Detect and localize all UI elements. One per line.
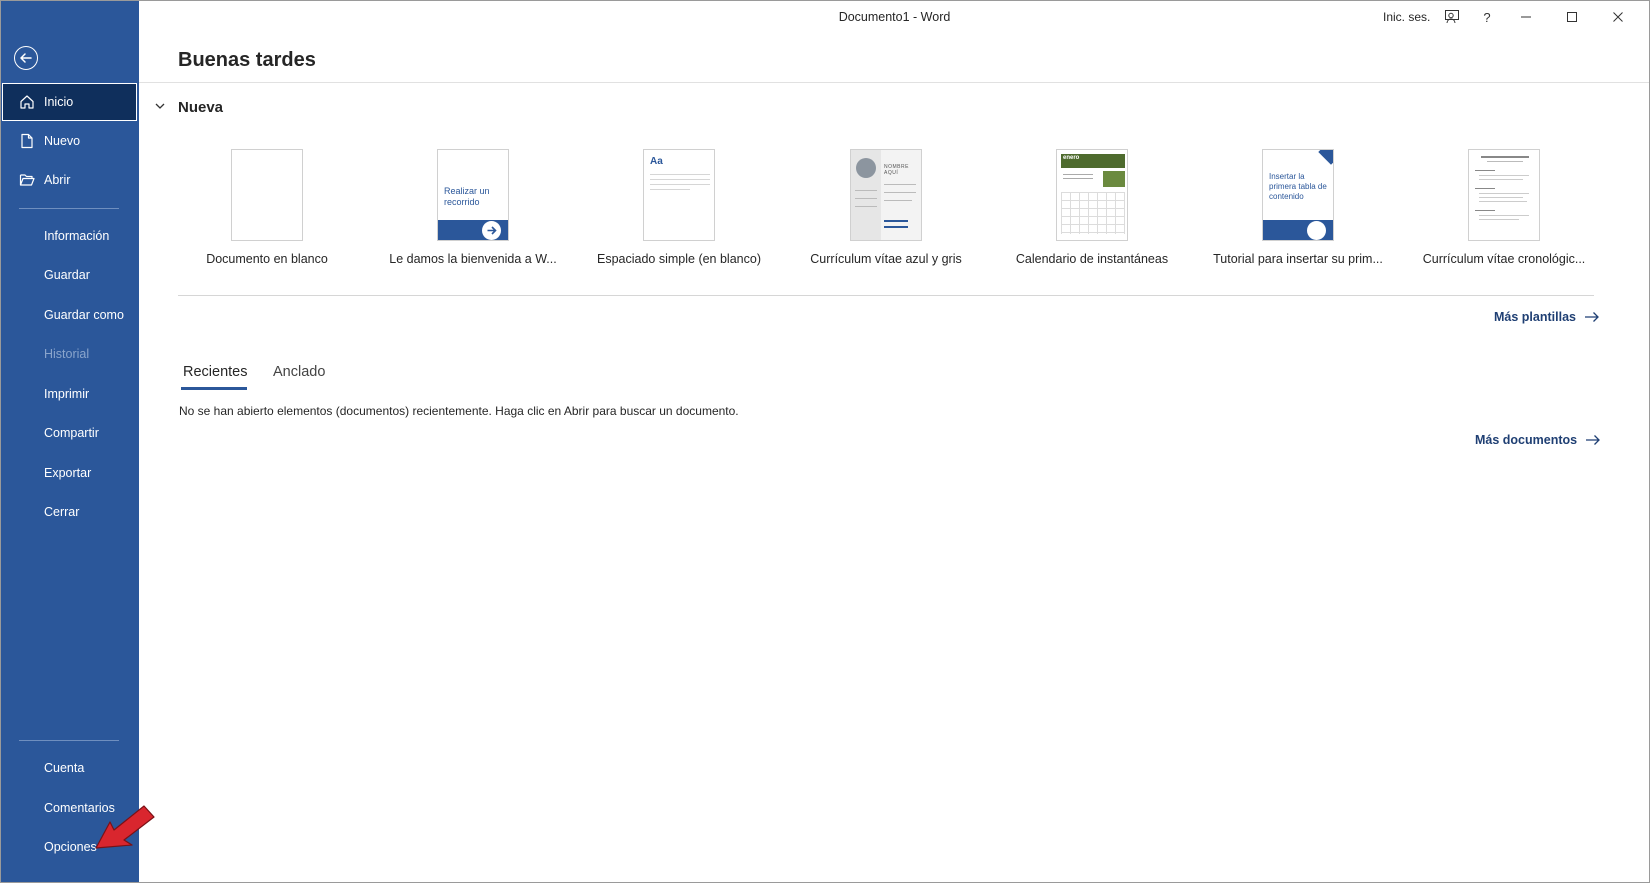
minimize-icon (1521, 16, 1531, 18)
recent-empty-message: No se han abierto elementos (documentos)… (179, 404, 739, 418)
close-button[interactable] (1609, 8, 1627, 26)
template-thumbnail: Realizar un recorrido (437, 149, 509, 241)
maximize-icon (1567, 12, 1577, 22)
template-single-spaced[interactable]: Aa Espaciado simple (en blanco) (579, 149, 779, 279)
chevron-down-icon (155, 103, 165, 109)
arrow-left-icon (20, 53, 32, 63)
thumb-text: Realizar un recorrido (444, 186, 490, 207)
sidebar-item-historial: Historial (0, 335, 139, 373)
home-icon (20, 95, 34, 109)
greeting-title: Buenas tardes (178, 49, 316, 71)
title-bar: Documento1 - Word Inic. ses. ? (139, 0, 1650, 34)
sidebar-item-inicio[interactable]: Inicio (2, 83, 137, 121)
sidebar-item-label: Información (44, 229, 110, 243)
sidebar-item-compartir[interactable]: Compartir (0, 414, 139, 452)
coauthor-button[interactable] (1443, 8, 1461, 26)
templates-divider (178, 295, 1594, 296)
sidebar-item-nuevo[interactable]: Nuevo (0, 122, 139, 160)
sidebar-item-label: Opciones (44, 840, 97, 854)
template-resume-blue-gray[interactable]: NOMBRE AQUÍ Currículum vítae azul y gris (786, 149, 986, 279)
template-thumbnail (231, 149, 303, 241)
sidebar-item-guardar-como[interactable]: Guardar como (0, 296, 139, 334)
sidebar-item-label: Compartir (44, 426, 99, 440)
template-thumbnail (1468, 149, 1540, 241)
folder-open-icon (19, 174, 35, 186)
maximize-button[interactable] (1563, 8, 1581, 26)
sidebar-item-label: Historial (44, 347, 90, 361)
annotation-arrow-icon (95, 805, 155, 849)
more-templates-label: Más plantillas (1494, 310, 1576, 324)
template-welcome-tour[interactable]: Realizar un recorrido Le damos la bienve… (373, 149, 573, 279)
sidebar-item-label: Cerrar (44, 505, 80, 519)
sidebar-item-label: Imprimir (44, 387, 90, 401)
template-thumbnail: NOMBRE AQUÍ (850, 149, 922, 241)
sidebar-item-abrir[interactable]: Abrir (0, 161, 139, 199)
close-icon (1613, 12, 1623, 22)
arrow-right-icon (1584, 312, 1599, 322)
sidebar-item-label: Cuenta (44, 761, 85, 775)
template-snapshot-calendar[interactable]: enero Calendario de instantáneas (992, 149, 1192, 279)
template-thumbnail: Insertar la primera tabla de contenido (1262, 149, 1334, 241)
sidebar-divider (19, 208, 119, 209)
sidebar-item-cerrar[interactable]: Cerrar (0, 493, 139, 531)
sidebar-item-label: Inicio (44, 95, 74, 109)
template-caption: Currículum vítae azul y gris (810, 252, 962, 266)
help-button[interactable]: ? (1478, 8, 1496, 26)
window-border (0, 0, 1650, 883)
sidebar-item-label: Abrir (44, 173, 71, 187)
arrow-right-icon (1586, 435, 1601, 445)
thumb-text: Insertar la primera tabla de contenido (1269, 172, 1327, 201)
template-blank-document[interactable]: Documento en blanco (167, 149, 367, 279)
template-caption: Calendario de instantáneas (1015, 252, 1169, 266)
section-title-nueva: Nueva (178, 99, 224, 116)
more-templates-link[interactable]: Más plantillas (1494, 310, 1600, 324)
backstage-sidebar: Inicio Nuevo Abrir Información Guardar G… (0, 0, 139, 883)
header-divider (139, 82, 1650, 83)
section-collapse-toggle[interactable] (154, 100, 166, 112)
template-caption: Currículum vítae cronológic... (1422, 252, 1586, 266)
minimize-button[interactable] (1517, 8, 1535, 26)
thumb-text: Aa (650, 156, 663, 167)
tab-recientes[interactable]: Recientes (183, 364, 247, 380)
sidebar-item-informacion[interactable]: Información (0, 217, 139, 255)
person-feedback-icon (1445, 10, 1459, 24)
sidebar-item-guardar[interactable]: Guardar (0, 256, 139, 294)
sidebar-item-cuenta[interactable]: Cuenta (0, 749, 139, 787)
active-tab-indicator (181, 387, 247, 390)
thumb-text: NOMBRE AQUÍ (884, 164, 909, 176)
sidebar-item-imprimir[interactable]: Imprimir (0, 375, 139, 413)
template-caption: Le damos la bienvenida a W... (389, 252, 557, 266)
template-caption: Documento en blanco (206, 252, 328, 266)
sidebar-item-label: Exportar (44, 466, 92, 480)
template-thumbnail: enero (1056, 149, 1128, 241)
arrow-right-icon (487, 226, 497, 235)
template-thumbnail: Aa (643, 149, 715, 241)
template-chronological-resume[interactable]: Currículum vítae cronológic... (1404, 149, 1604, 279)
question-icon: ? (1483, 9, 1491, 25)
sidebar-item-label: Guardar (44, 268, 90, 282)
more-documents-link[interactable]: Más documentos (1475, 433, 1601, 447)
new-doc-icon (21, 133, 33, 149)
back-button[interactable] (14, 46, 38, 70)
more-documents-label: Más documentos (1475, 433, 1578, 447)
template-caption: Tutorial para insertar su prim... (1213, 252, 1383, 266)
sidebar-item-label: Guardar como (44, 308, 124, 322)
sidebar-item-label: Nuevo (44, 134, 81, 148)
thumb-text: enero (1063, 155, 1080, 161)
template-toc-tutorial[interactable]: Insertar la primera tabla de contenido T… (1198, 149, 1398, 279)
tab-anclado[interactable]: Anclado (273, 364, 325, 380)
sign-in-link[interactable]: Inic. ses. (1383, 10, 1430, 24)
sidebar-divider (19, 740, 119, 741)
sidebar-item-exportar[interactable]: Exportar (0, 454, 139, 492)
template-caption: Espaciado simple (en blanco) (597, 252, 761, 266)
